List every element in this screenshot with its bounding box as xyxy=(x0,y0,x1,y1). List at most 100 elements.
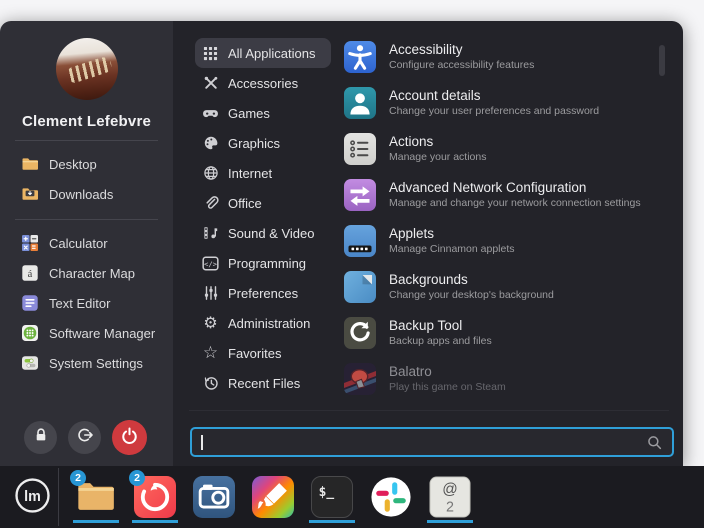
power-icon xyxy=(120,426,139,450)
search-icon xyxy=(646,434,663,451)
category-item-accessories[interactable]: Accessories xyxy=(195,68,331,98)
user-avatar[interactable] xyxy=(56,38,118,100)
code-icon: </> xyxy=(202,255,219,272)
app-title: Balatro xyxy=(389,364,506,380)
character-map-icon: á xyxy=(21,264,39,282)
sidebar-apps-list: CalculatoráCharacter MapText EditorSoftw… xyxy=(0,228,173,378)
tools-icon xyxy=(202,75,219,92)
category-item-recent-files[interactable]: Recent Files xyxy=(195,368,331,398)
menu-button[interactable]: lm xyxy=(14,477,51,514)
power-button[interactable] xyxy=(112,420,147,455)
network-arrows-icon xyxy=(344,179,376,211)
sidebar-app-item-character-map[interactable]: áCharacter Map xyxy=(0,258,173,288)
sidebar-app-item-calculator[interactable]: Calculator xyxy=(0,228,173,258)
place-item-downloads[interactable]: Downloads xyxy=(0,179,173,209)
sidebar-app-item-text-editor[interactable]: Text Editor xyxy=(0,288,173,318)
svg-text:@: @ xyxy=(442,481,458,498)
app-title: Applets xyxy=(389,226,515,242)
taskbar-item-drawing[interactable] xyxy=(252,466,294,528)
app-subtitle: Play this game on Steam xyxy=(389,382,506,394)
folder-download-icon xyxy=(21,185,39,203)
category-item-programming[interactable]: </>Programming xyxy=(195,248,331,278)
application-menu: Clement Lefebvre DesktopDownloads Calcul… xyxy=(0,21,683,466)
backgrounds-icon xyxy=(344,271,376,303)
paperclip-icon xyxy=(202,195,219,212)
category-item-games[interactable]: Games xyxy=(195,98,331,128)
app-subtitle: Change your desktop's background xyxy=(389,290,554,302)
divider xyxy=(15,219,158,220)
category-label: Accessories xyxy=(228,76,298,91)
app-list-item[interactable]: AppletsManage Cinnamon applets xyxy=(344,218,662,264)
app-meta: ActionsManage your actions xyxy=(389,134,486,163)
taskbar-item-firefox[interactable]: 2 xyxy=(134,466,176,528)
category-label: Office xyxy=(228,196,262,211)
category-item-favorites[interactable]: ☆Favorites xyxy=(195,338,331,368)
category-item-sound-video[interactable]: Sound & Video xyxy=(195,218,331,248)
search-input[interactable] xyxy=(190,427,674,457)
running-indicator xyxy=(309,520,355,523)
category-item-administration[interactable]: ⚙Administration xyxy=(195,308,331,338)
logout-button[interactable] xyxy=(68,421,101,454)
app-meta: Account detailsChange your user preferen… xyxy=(389,88,599,117)
app-list-item[interactable]: Backup ToolBackup apps and files xyxy=(344,310,662,356)
app-list-item[interactable]: AccessibilityConfigure accessibility fea… xyxy=(344,34,662,80)
taskbar-items: 22$_@2 xyxy=(75,466,471,528)
category-label: Graphics xyxy=(228,136,280,151)
text-caret xyxy=(201,435,203,450)
category-label: Administration xyxy=(228,316,310,331)
actions-icon xyxy=(344,133,376,165)
scrollbar-thumb[interactable] xyxy=(659,45,665,76)
app-title: Backgrounds xyxy=(389,272,554,288)
category-label: Recent Files xyxy=(228,376,300,391)
app-title: Account details xyxy=(389,88,599,104)
taskbar-item-slack[interactable] xyxy=(370,466,412,528)
film-icon xyxy=(202,225,219,242)
calculator-icon xyxy=(21,234,39,252)
camera-icon xyxy=(193,476,235,518)
app-subtitle: Manage and change your network connectio… xyxy=(389,198,641,210)
running-indicator xyxy=(73,520,119,523)
place-item-desktop[interactable]: Desktop xyxy=(0,149,173,179)
app-list-item[interactable]: Balatro Play this game on Steam xyxy=(344,356,662,402)
taskbar-item-notes[interactable]: @2 xyxy=(429,466,471,528)
category-item-preferences[interactable]: Preferences xyxy=(195,278,331,308)
backup-icon xyxy=(344,317,376,349)
sidebar-app-item-software-manager[interactable]: Software Manager xyxy=(0,318,173,348)
taskbar: lm 22$_@2 xyxy=(0,466,704,528)
app-list-item[interactable]: Backgrounds Change your desktop's backgro… xyxy=(344,264,662,310)
app-meta: AccessibilityConfigure accessibility fea… xyxy=(389,42,534,71)
globe-icon xyxy=(202,165,219,182)
menu-sidebar: Clement Lefebvre DesktopDownloads Calcul… xyxy=(0,21,173,466)
drawing-icon xyxy=(252,476,294,518)
sidebar-app-item-system-settings[interactable]: System Settings xyxy=(0,348,173,378)
svg-text:</>: </> xyxy=(204,259,218,268)
app-list-item[interactable]: Advanced Network ConfigurationManage and… xyxy=(344,172,662,218)
taskbar-separator xyxy=(58,468,59,526)
folder-icon xyxy=(21,155,39,173)
category-item-graphics[interactable]: Graphics xyxy=(195,128,331,158)
running-indicator xyxy=(427,520,473,523)
accessibility-icon xyxy=(344,41,376,73)
svg-text:2: 2 xyxy=(446,499,454,515)
taskbar-item-screenshot[interactable] xyxy=(193,466,235,528)
category-item-internet[interactable]: Internet xyxy=(195,158,331,188)
user-icon xyxy=(344,87,376,119)
place-item-label: Downloads xyxy=(49,187,113,202)
notification-badge: 2 xyxy=(70,470,86,486)
category-label: Favorites xyxy=(228,346,281,361)
gamepad-icon xyxy=(202,105,219,122)
category-item-all-applications[interactable]: All Applications xyxy=(195,38,331,68)
lock-button[interactable] xyxy=(24,421,57,454)
app-list-item[interactable]: ActionsManage your actions xyxy=(344,126,662,172)
category-label: Preferences xyxy=(228,286,298,301)
place-item-label: Desktop xyxy=(49,157,97,172)
taskbar-item-files[interactable]: 2 xyxy=(75,466,117,528)
running-indicator xyxy=(132,520,178,523)
category-item-office[interactable]: Office xyxy=(195,188,331,218)
app-title: Backup Tool xyxy=(389,318,492,334)
sliders-icon xyxy=(202,285,219,302)
app-meta: AppletsManage Cinnamon applets xyxy=(389,226,515,255)
places-list: Desktop Downloads xyxy=(0,149,173,209)
app-list-item[interactable]: Account detailsChange your user preferen… xyxy=(344,80,662,126)
taskbar-item-terminal[interactable]: $_ xyxy=(311,466,353,528)
